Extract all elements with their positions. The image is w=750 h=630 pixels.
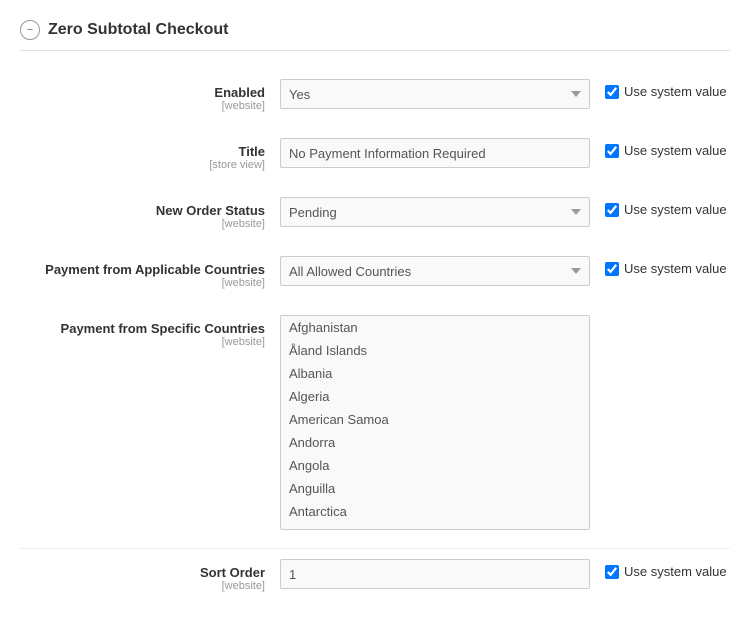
title-use-system-checkbox[interactable] — [605, 144, 619, 158]
title-input[interactable] — [280, 138, 590, 168]
enabled-select[interactable]: Yes No — [280, 79, 590, 109]
payment-specific-label: Payment from Specific Countries [website… — [20, 315, 280, 348]
title-label: Title [store view] — [20, 138, 280, 171]
payment-specific-multiselect[interactable]: AfghanistanÅland IslandsAlbaniaAlgeriaAm… — [280, 315, 590, 530]
new-order-status-label: New Order Status [website] — [20, 197, 280, 230]
sort-order-options: Use system value — [605, 559, 727, 579]
new-order-status-use-system-label[interactable]: Use system value — [605, 202, 727, 217]
enabled-use-system-label[interactable]: Use system value — [605, 84, 727, 99]
payment-applicable-use-system-label[interactable]: Use system value — [605, 261, 727, 276]
payment-specific-control: AfghanistanÅland IslandsAlbaniaAlgeriaAm… — [280, 315, 590, 530]
payment-applicable-use-system-checkbox[interactable] — [605, 262, 619, 276]
new-order-status-options: Use system value — [605, 197, 727, 217]
enabled-use-system-checkbox[interactable] — [605, 85, 619, 99]
title-control — [280, 138, 590, 168]
payment-applicable-control: All Allowed Countries Specific Countries — [280, 256, 590, 286]
sort-order-input[interactable] — [280, 559, 590, 589]
payment-applicable-row: Payment from Applicable Countries [websi… — [20, 248, 730, 297]
payment-specific-row: Payment from Specific Countries [website… — [20, 307, 730, 538]
new-order-status-row: New Order Status [website] Pending Proce… — [20, 189, 730, 238]
enabled-row: Enabled [website] Yes No Use system valu… — [20, 71, 730, 120]
payment-applicable-options: Use system value — [605, 256, 727, 276]
title-row: Title [store view] Use system value — [20, 130, 730, 179]
payment-applicable-label: Payment from Applicable Countries [websi… — [20, 256, 280, 289]
payment-applicable-select[interactable]: All Allowed Countries Specific Countries — [280, 256, 590, 286]
sort-order-label: Sort Order [website] — [20, 559, 280, 592]
sort-order-use-system-label[interactable]: Use system value — [605, 564, 727, 579]
new-order-status-select[interactable]: Pending Processing — [280, 197, 590, 227]
new-order-status-control: Pending Processing — [280, 197, 590, 227]
enabled-label: Enabled [website] — [20, 79, 280, 112]
title-use-system-label[interactable]: Use system value — [605, 143, 727, 158]
new-order-status-use-system-checkbox[interactable] — [605, 203, 619, 217]
page-container: − Zero Subtotal Checkout Enabled [websit… — [0, 0, 750, 630]
sort-order-use-system-checkbox[interactable] — [605, 565, 619, 579]
enabled-control: Yes No — [280, 79, 590, 109]
section-header: − Zero Subtotal Checkout — [20, 20, 730, 51]
sort-order-control — [280, 559, 590, 589]
title-options: Use system value — [605, 138, 727, 158]
section-title: Zero Subtotal Checkout — [48, 21, 228, 39]
enabled-options: Use system value — [605, 79, 727, 99]
sort-order-row: Sort Order [website] Use system value — [20, 548, 730, 600]
collapse-icon[interactable]: − — [20, 20, 40, 40]
